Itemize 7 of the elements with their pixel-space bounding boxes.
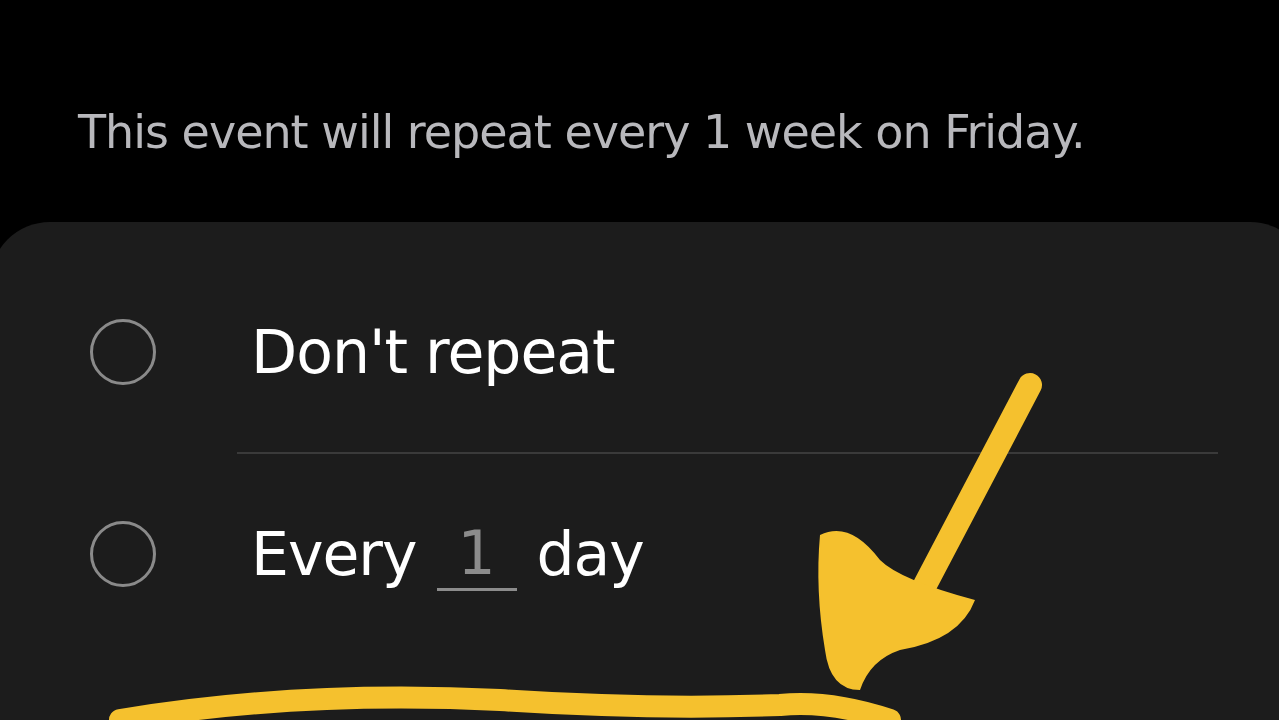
- option-label: Don't repeat: [251, 317, 615, 387]
- option-label: Every: [251, 519, 417, 589]
- option-label: day: [536, 519, 644, 589]
- repeat-description: This event will repeat every 1 week on Friday.: [78, 104, 1086, 161]
- radio-button[interactable]: [90, 319, 156, 385]
- interval-input-field[interactable]: 1: [436, 517, 517, 591]
- radio-button[interactable]: [90, 521, 156, 587]
